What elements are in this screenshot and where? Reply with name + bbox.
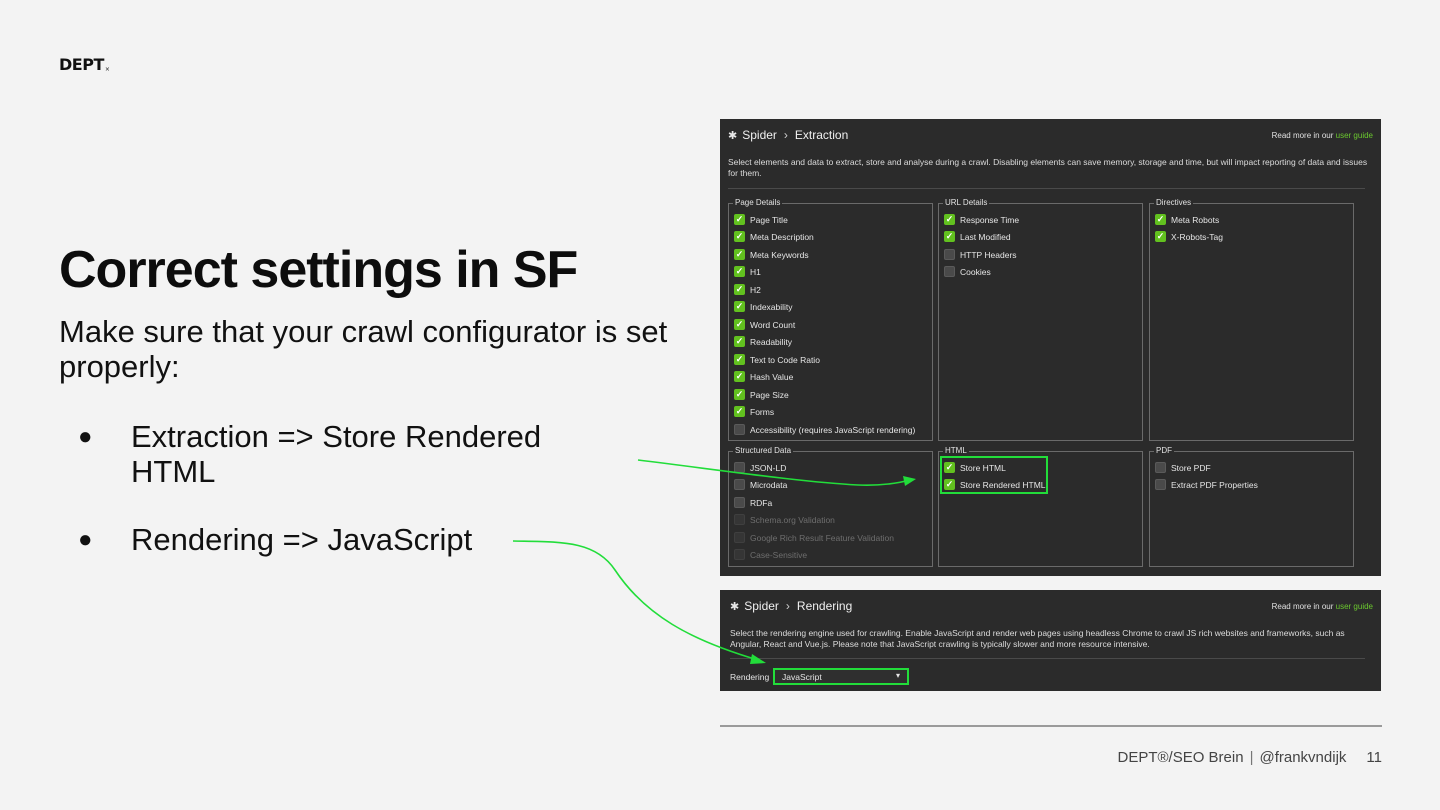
option-accessibility[interactable]: Accessibility (requires JavaScript rende… <box>734 424 915 435</box>
checkbox[interactable]: ✓ <box>1155 231 1166 242</box>
checkbox <box>734 549 745 560</box>
option-case-sensitive: Case-Sensitive <box>734 549 807 560</box>
checkbox[interactable]: ✓ <box>944 214 955 225</box>
gear-icon: ✱ <box>730 600 740 613</box>
checkbox[interactable]: ✓ <box>734 371 745 382</box>
highlight-box-html <box>940 456 1048 494</box>
footer-divider <box>720 725 1382 727</box>
checkbox[interactable] <box>734 462 745 473</box>
option-rich-result-validation: Google Rich Result Feature Validation <box>734 532 894 543</box>
option-h1[interactable]: ✓ H1 <box>734 266 761 277</box>
checkbox[interactable] <box>944 266 955 277</box>
slide-footer: DEPT®/SEO Brein | @frankvndijk 11 <box>1117 749 1382 766</box>
read-more: Read more in our user guide <box>1271 131 1373 140</box>
bullet-marker: ● <box>78 526 93 553</box>
breadcrumb-spider[interactable]: Spider <box>744 599 779 613</box>
rendering-select-value: JavaScript <box>782 672 822 682</box>
group-pdf: PDF Store PDF Extract PDF Properties <box>1149 446 1354 567</box>
option-http-headers[interactable]: HTTP Headers <box>944 249 1017 260</box>
read-more: Read more in our user guide <box>1271 602 1373 611</box>
checkbox[interactable]: ✓ <box>734 389 745 400</box>
checkbox <box>734 514 745 525</box>
chevron-down-icon: ▾ <box>895 671 900 680</box>
checkbox[interactable]: ✓ <box>734 214 745 225</box>
option-page-title[interactable]: ✓ Page Title <box>734 214 788 225</box>
checkbox[interactable] <box>1155 462 1166 473</box>
option-forms[interactable]: ✓ Forms <box>734 406 774 417</box>
checkbox[interactable] <box>734 424 745 435</box>
footer-separator: | <box>1249 749 1254 766</box>
option-response-time[interactable]: ✓ Response Time <box>944 214 1019 225</box>
checkbox[interactable]: ✓ <box>734 336 745 347</box>
bullet-marker: ● <box>78 423 93 450</box>
slide-title: Correct settings in SF <box>59 241 578 299</box>
bullet-text: Extraction => Store Rendered HTML <box>131 419 542 489</box>
footer-brand: DEPT®/SEO Brein <box>1117 749 1244 766</box>
option-x-robots-tag[interactable]: ✓ X-Robots-Tag <box>1155 231 1223 242</box>
option-meta-robots[interactable]: ✓ Meta Robots <box>1155 214 1219 225</box>
option-meta-description[interactable]: ✓ Meta Description <box>734 231 814 242</box>
option-store-pdf[interactable]: Store PDF <box>1155 462 1211 473</box>
checkbox[interactable] <box>734 497 745 508</box>
rendering-label: Rendering <box>730 672 770 682</box>
slide-subtitle: Make sure that your crawl configurator i… <box>59 314 668 384</box>
option-h2[interactable]: ✓ H2 <box>734 284 761 295</box>
option-cookies[interactable]: Cookies <box>944 266 991 277</box>
option-schema-validation: Schema.org Validation <box>734 514 835 525</box>
option-json-ld[interactable]: JSON-LD <box>734 462 786 473</box>
bullet-text: Rendering => JavaScript <box>131 522 473 557</box>
checkbox[interactable]: ✓ <box>734 406 745 417</box>
breadcrumb-extraction: Extraction <box>794 128 849 142</box>
group-url-details: URL Details ✓ Response Time ✓ Last Modifie… <box>938 198 1143 441</box>
checkbox[interactable] <box>944 249 955 260</box>
checkbox <box>734 532 745 543</box>
checkbox[interactable] <box>1155 479 1166 490</box>
checkbox[interactable]: ✓ <box>734 266 745 277</box>
group-structured-data: Structured Data JSON-LD Microdata RDFa S… <box>728 446 933 567</box>
gear-icon: ✱ <box>728 129 738 142</box>
checkbox[interactable]: ✓ <box>734 319 745 330</box>
option-text-to-code-ratio[interactable]: ✓ Text to Code Ratio <box>734 354 820 365</box>
checkbox[interactable]: ✓ <box>1155 214 1166 225</box>
checkbox[interactable]: ✓ <box>734 231 745 242</box>
extraction-config-panel: ✱ Spider › Extraction Read more in our u… <box>720 119 1381 576</box>
divider <box>730 658 1365 659</box>
page-number: 11 <box>1366 749 1382 766</box>
option-hash-value[interactable]: ✓ Hash Value <box>734 371 793 382</box>
option-meta-keywords[interactable]: ✓ Meta Keywords <box>734 249 809 260</box>
option-word-count[interactable]: ✓ Word Count <box>734 319 795 330</box>
option-indexability[interactable]: ✓ Indexability <box>734 301 793 312</box>
option-page-size[interactable]: ✓ Page Size <box>734 389 789 400</box>
checkbox[interactable] <box>734 479 745 490</box>
option-extract-pdf-properties[interactable]: Extract PDF Properties <box>1155 479 1258 490</box>
option-readability[interactable]: ✓ Readability <box>734 336 792 347</box>
breadcrumb-spider[interactable]: Spider <box>742 128 777 142</box>
breadcrumb-separator: › <box>783 128 788 142</box>
checkbox[interactable]: ✓ <box>734 284 745 295</box>
panel-description: Select elements and data to extract, sto… <box>728 157 1368 178</box>
option-microdata[interactable]: Microdata <box>734 479 787 490</box>
dept-logo: DEPT× <box>59 55 110 74</box>
group-page-details: Page Details ✓ Page Title ✓ Meta Descripti… <box>728 198 933 441</box>
breadcrumb-separator: › <box>785 599 790 613</box>
user-guide-link[interactable]: user guide <box>1336 131 1373 140</box>
panel-breadcrumb: ✱ Spider › Rendering <box>730 599 852 613</box>
option-last-modified[interactable]: ✓ Last Modified <box>944 231 1011 242</box>
panel-description: Select the rendering engine used for cra… <box>730 628 1345 649</box>
breadcrumb-rendering: Rendering <box>796 599 853 613</box>
user-guide-link[interactable]: user guide <box>1336 602 1373 611</box>
divider <box>728 188 1365 189</box>
footer-handle: @frankvndijk <box>1259 749 1347 766</box>
checkbox[interactable]: ✓ <box>734 249 745 260</box>
panel-breadcrumb: ✱ Spider › Extraction <box>728 128 848 142</box>
checkbox[interactable]: ✓ <box>734 354 745 365</box>
checkbox[interactable]: ✓ <box>944 231 955 242</box>
rendering-config-panel: ✱ Spider › Rendering Read more in our us… <box>720 590 1381 691</box>
checkbox[interactable]: ✓ <box>734 301 745 312</box>
group-directives: Directives ✓ Meta Robots ✓ X-Robots-Tag <box>1149 198 1354 441</box>
rendering-select[interactable]: JavaScript ▾ <box>773 668 909 685</box>
option-rdfa[interactable]: RDFa <box>734 497 772 508</box>
